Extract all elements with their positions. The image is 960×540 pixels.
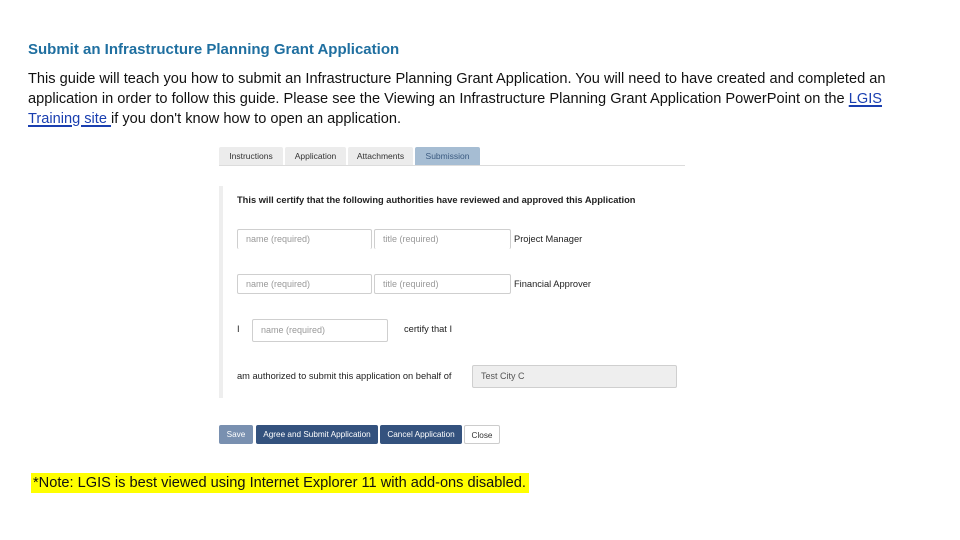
submission-screenshot: Instructions Application Attachments Sub… — [219, 146, 685, 446]
slide-title: Submit an Infrastructure Planning Grant … — [28, 41, 400, 58]
tab-instructions[interactable]: Instructions — [219, 147, 283, 165]
intro-paragraph: This guide will teach you how to submit … — [28, 69, 928, 129]
save-button[interactable]: Save — [219, 425, 253, 444]
certify-prefix: I — [237, 324, 240, 334]
browser-note: *Note: LGIS is best viewed using Interne… — [31, 473, 529, 493]
certify-heading: This will certify that the following aut… — [237, 195, 636, 205]
financial-approver-title-input[interactable]: title (required) — [374, 274, 511, 294]
project-manager-name-input[interactable]: name (required) — [237, 229, 372, 249]
certifier-name-input[interactable]: name (required) — [252, 319, 388, 342]
certify-suffix: certify that I — [404, 324, 453, 334]
tab-attachments[interactable]: Attachments — [348, 147, 413, 165]
tab-application[interactable]: Application — [285, 147, 346, 165]
certification-panel: This will certify that the following aut… — [219, 186, 689, 398]
project-manager-label: Project Manager — [514, 234, 583, 244]
financial-approver-name-input[interactable]: name (required) — [237, 274, 372, 294]
cancel-application-button[interactable]: Cancel Application — [380, 425, 462, 444]
close-button[interactable]: Close — [464, 425, 500, 444]
behalf-of-field: Test City C — [472, 365, 677, 388]
project-manager-title-input[interactable]: title (required) — [374, 229, 511, 249]
agree-submit-button[interactable]: Agree and Submit Application — [256, 425, 378, 444]
authorized-label: am authorized to submit this application… — [237, 371, 452, 381]
tab-bar: Instructions Application Attachments Sub… — [219, 146, 685, 166]
intro-text-after-link: if you don't know how to open an applica… — [111, 111, 402, 127]
tab-submission[interactable]: Submission — [415, 147, 480, 165]
financial-approver-label: Financial Approver — [514, 279, 591, 289]
intro-text-before-link: This guide will teach you how to submit … — [28, 71, 886, 107]
